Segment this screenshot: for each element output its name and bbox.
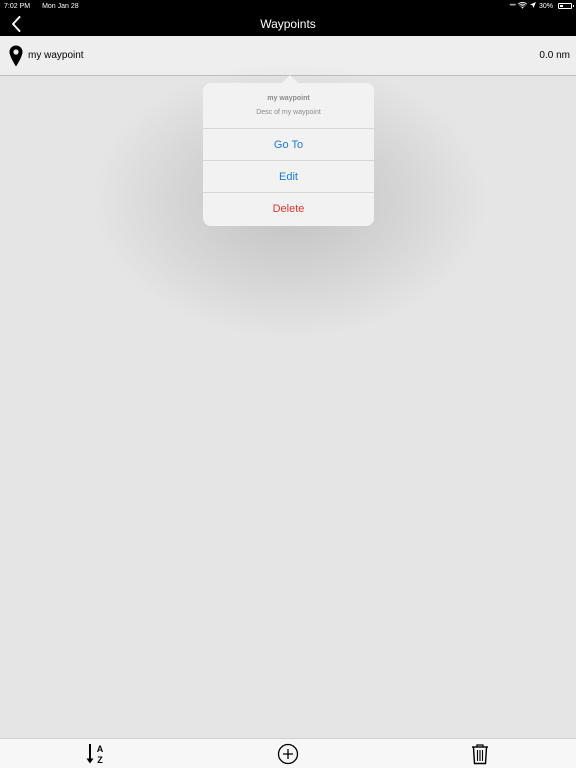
edit-button[interactable]: Edit — [203, 161, 374, 193]
status-date: Mon Jan 28 — [42, 2, 79, 10]
svg-text:Z: Z — [97, 755, 103, 765]
waypoint-name: my waypoint — [28, 50, 84, 61]
bottom-toolbar: A Z — [0, 738, 576, 768]
popover-description: Desc of my waypoint — [256, 109, 321, 116]
sort-az-icon: A Z — [86, 744, 104, 765]
back-button[interactable] — [8, 15, 24, 33]
go-to-button[interactable]: Go To — [203, 129, 374, 161]
status-bar: 7:02 PM Mon Jan 28 ••••• 30% — [0, 0, 576, 12]
map-pin-icon — [9, 45, 23, 66]
navigation-bar: Waypoints — [0, 12, 576, 36]
wifi-icon — [517, 1, 527, 11]
svg-text:A: A — [97, 744, 104, 754]
waypoint-distance: 0.0 nm — [539, 50, 570, 61]
cellular-signal-icon: ••••• — [509, 3, 515, 9]
chevron-left-icon — [12, 16, 21, 32]
add-circle-icon — [277, 743, 299, 765]
battery-icon — [558, 3, 574, 9]
battery-percent: 30% — [538, 2, 553, 10]
trash-icon — [472, 744, 488, 765]
popover-title: my waypoint — [267, 95, 310, 102]
waypoint-action-popover: my waypoint Desc of my waypoint Go To Ed… — [203, 75, 374, 226]
page-title: Waypoints — [260, 17, 316, 31]
sort-button[interactable]: A Z — [84, 742, 108, 766]
popover-header: my waypoint Desc of my waypoint — [203, 83, 374, 129]
waypoint-list-item[interactable]: my waypoint 0.0 nm — [0, 36, 576, 76]
add-waypoint-button[interactable] — [276, 742, 300, 766]
delete-all-button[interactable] — [468, 742, 492, 766]
status-time: 7:02 PM — [4, 2, 31, 10]
location-arrow-icon — [529, 2, 536, 10]
popover-arrow — [282, 75, 298, 83]
delete-button[interactable]: Delete — [203, 193, 374, 225]
